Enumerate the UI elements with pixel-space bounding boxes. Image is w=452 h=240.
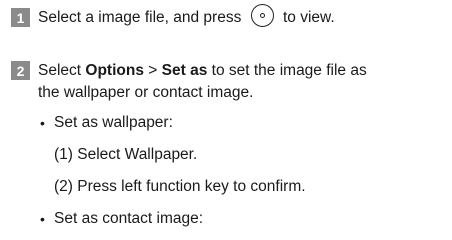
step-number-2: 2 — [11, 61, 30, 80]
step-2-suffix: to set the image file as — [211, 62, 367, 79]
ok-key-icon — [250, 4, 274, 28]
step-1-text-after: to view. — [282, 9, 335, 26]
bullet-contact-label: Set as contact image: — [54, 210, 204, 227]
bullet-icon: • — [40, 211, 45, 227]
bullet-wallpaper-label: Set as wallpaper: — [54, 114, 173, 131]
set-as-menu-label: Set as — [161, 62, 208, 79]
step-1-text-before: Select a image file, and press — [38, 9, 242, 26]
step-number-1: 1 — [11, 8, 30, 27]
substep-select-wallpaper: (1) Select Wallpaper. — [54, 146, 198, 163]
step-2-prefix: Select — [38, 62, 82, 79]
menu-separator: > — [148, 62, 158, 79]
bullet-icon: • — [40, 115, 45, 131]
substep-press-left-key: (2) Press left function key to confirm. — [54, 178, 306, 195]
options-menu-label: Options — [85, 62, 144, 79]
step-2-line-1: Select Options > Set as to set the image… — [38, 61, 367, 81]
step-2-line-2: the wallpaper or contact image. — [38, 84, 254, 101]
step-1-text: Select a image file, and press to view. — [38, 4, 335, 28]
